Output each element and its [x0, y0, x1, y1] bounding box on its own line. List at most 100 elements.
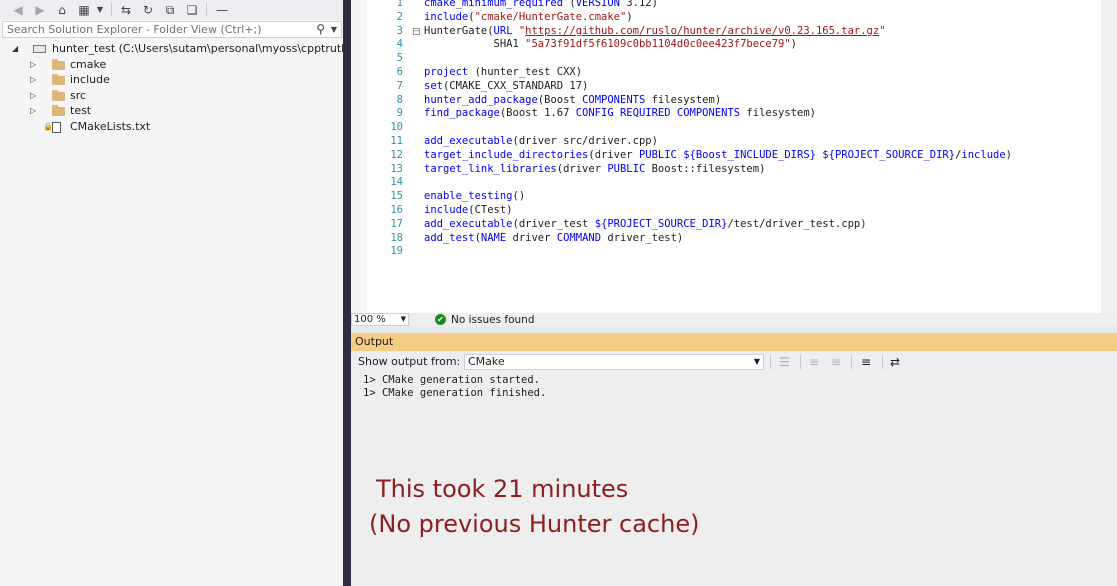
- file-icon: [52, 122, 61, 133]
- collapsed-arrow-icon[interactable]: ▷: [30, 72, 36, 88]
- panel-splitter[interactable]: [343, 0, 351, 586]
- refresh-icon[interactable]: ↻: [140, 2, 156, 18]
- switch-views-dropdown-icon[interactable]: ▼: [92, 2, 108, 18]
- code-line[interactable]: HunterGate(URL "https://github.com/ruslo…: [424, 24, 886, 38]
- code-line[interactable]: SHA1 "5a73f91df5f6109c0bb1104d0c0ee423f7…: [424, 37, 797, 51]
- line-number: 6: [396, 66, 403, 78]
- search-input[interactable]: [7, 22, 307, 37]
- tree-item-src[interactable]: ▷ src: [0, 88, 343, 104]
- line-number: 2: [396, 11, 403, 23]
- line-number: 9: [396, 107, 403, 119]
- line-number: 4: [396, 38, 403, 50]
- toolbar-separator: [851, 355, 852, 369]
- output-pane[interactable]: 1> CMake generation started. 1> CMake ge…: [351, 373, 1117, 586]
- line-number: 11: [390, 135, 403, 147]
- tree-item-cmakelists[interactable]: 🔒 CMakeLists.txt: [0, 119, 343, 135]
- line-number: 16: [390, 204, 403, 216]
- line-number: 3: [396, 25, 403, 37]
- collapse-region-icon[interactable]: −: [413, 28, 420, 35]
- output-title-bar[interactable]: Output: [351, 333, 1117, 351]
- tree-item-include[interactable]: ▷ include: [0, 72, 343, 88]
- code-line[interactable]: add_executable(driver_test ${PROJECT_SOU…: [424, 217, 867, 231]
- line-number: 5: [396, 52, 403, 64]
- folder-icon: [52, 90, 65, 101]
- solution-explorer-toolbar: ◀ ▶ ⌂ ▦ ▼ ⇆ ↻ ⧉ ❏ —: [0, 0, 344, 20]
- go-to-next-message-icon[interactable]: ≡: [831, 355, 841, 369]
- code-line[interactable]: target_include_directories(driver PUBLIC…: [424, 148, 1012, 162]
- collapse-all-icon[interactable]: ⧉: [162, 2, 178, 18]
- folder-icon: [52, 105, 65, 116]
- collapsed-arrow-icon[interactable]: ▷: [30, 103, 36, 119]
- editor-status-bar: 100 % ▼ ✔ No issues found: [351, 313, 1117, 327]
- line-number: 13: [390, 163, 403, 175]
- tree-root-label: hunter_test (C:\Users\sutam\personal\myo…: [52, 42, 354, 55]
- output-source-value: CMake: [468, 355, 505, 368]
- toggle-word-wrap-icon[interactable]: ⇄: [890, 355, 900, 369]
- solution-folder-icon: [33, 45, 46, 53]
- tree-item-label: src: [70, 89, 87, 102]
- folder-icon: [52, 59, 65, 70]
- home-icon[interactable]: ⌂: [54, 2, 70, 18]
- code-line[interactable]: enable_testing(): [424, 189, 525, 203]
- tree-root[interactable]: ◢ hunter_test (C:\Users\sutam\personal\m…: [0, 41, 354, 57]
- tree-item-cmake[interactable]: ▷ cmake: [0, 57, 343, 73]
- clear-all-icon[interactable]: ≡: [861, 355, 871, 369]
- toolbar-separator: [882, 355, 883, 369]
- show-output-from-label: Show output from:: [358, 355, 461, 368]
- code-line[interactable]: add_test(NAME driver COMMAND driver_test…: [424, 231, 683, 245]
- code-line[interactable]: cmake_minimum_required (VERSION 3.12): [424, 0, 658, 10]
- find-message-in-code-icon[interactable]: ☰: [779, 355, 790, 369]
- toolbar-separator: [770, 355, 771, 369]
- collapsed-arrow-icon[interactable]: ▷: [30, 57, 36, 73]
- line-number: 7: [396, 80, 403, 92]
- check-circle-icon: ✔: [435, 314, 446, 325]
- line-number: 18: [390, 232, 403, 244]
- code-line[interactable]: find_package(Boost 1.67 CONFIG REQUIRED …: [424, 106, 816, 120]
- line-number: 14: [390, 176, 403, 188]
- code-line[interactable]: add_executable(driver src/driver.cpp): [424, 134, 658, 148]
- line-number: 12: [390, 149, 403, 161]
- show-all-files-icon[interactable]: ❏: [184, 2, 200, 18]
- code-line[interactable]: target_link_libraries(driver PUBLIC Boos…: [424, 162, 765, 176]
- caption-line-2: (No previous Hunter cache): [369, 510, 700, 538]
- sync-icon[interactable]: ⇆: [118, 2, 134, 18]
- zoom-select[interactable]: 100 % ▼: [351, 313, 409, 326]
- tree-item-label: cmake: [70, 58, 107, 71]
- tree-item-test[interactable]: ▷ test: [0, 103, 343, 119]
- forward-icon[interactable]: ▶: [32, 2, 48, 18]
- code-line[interactable]: hunter_add_package(Boost COMPONENTS file…: [424, 93, 721, 107]
- line-number: 8: [396, 94, 403, 106]
- tree-item-label: test: [70, 104, 92, 117]
- code-line[interactable]: include(CTest): [424, 203, 513, 217]
- editor-vertical-scrollbar[interactable]: [1101, 0, 1117, 313]
- issues-status[interactable]: No issues found: [451, 313, 535, 327]
- output-title: Output: [355, 335, 394, 348]
- output-source-select[interactable]: CMake ▼: [464, 354, 764, 370]
- caption-line-1: This took 21 minutes: [376, 475, 629, 503]
- search-icon[interactable]: ⚲: [316, 22, 325, 37]
- solution-explorer-search[interactable]: ⚲ ▼: [2, 21, 342, 38]
- output-line: 1> CMake generation finished.: [363, 387, 547, 399]
- expanded-arrow-icon[interactable]: ◢: [12, 41, 18, 57]
- properties-icon[interactable]: —: [214, 2, 230, 18]
- toolbar-separator: [111, 3, 112, 16]
- tree-item-label: include: [70, 73, 110, 86]
- go-to-previous-message-icon[interactable]: ≡: [809, 355, 819, 369]
- line-number: 17: [390, 218, 403, 230]
- line-number: 1: [396, 0, 403, 9]
- toolbar-separator: [800, 355, 801, 369]
- back-icon[interactable]: ◀: [10, 2, 26, 18]
- chevron-down-icon[interactable]: ▼: [754, 355, 760, 369]
- switch-views-icon[interactable]: ▦: [76, 2, 92, 18]
- code-line[interactable]: project (hunter_test CXX): [424, 65, 582, 79]
- zoom-dropdown-icon[interactable]: ▼: [401, 314, 406, 325]
- code-line[interactable]: include("cmake/HunterGate.cmake"): [424, 10, 633, 24]
- line-number: 19: [390, 245, 403, 257]
- output-line: 1> CMake generation started.: [363, 374, 541, 386]
- collapsed-arrow-icon[interactable]: ▷: [30, 88, 36, 104]
- folder-icon: [52, 74, 65, 85]
- search-options-dropdown-icon[interactable]: ▼: [331, 22, 337, 37]
- output-toolbar: Show output from: CMake ▼ ☰ ≡ ≡ ≡ ⇄: [351, 351, 1117, 373]
- code-line[interactable]: set(CMAKE_CXX_STANDARD 17): [424, 79, 588, 93]
- zoom-value: 100 %: [354, 314, 386, 325]
